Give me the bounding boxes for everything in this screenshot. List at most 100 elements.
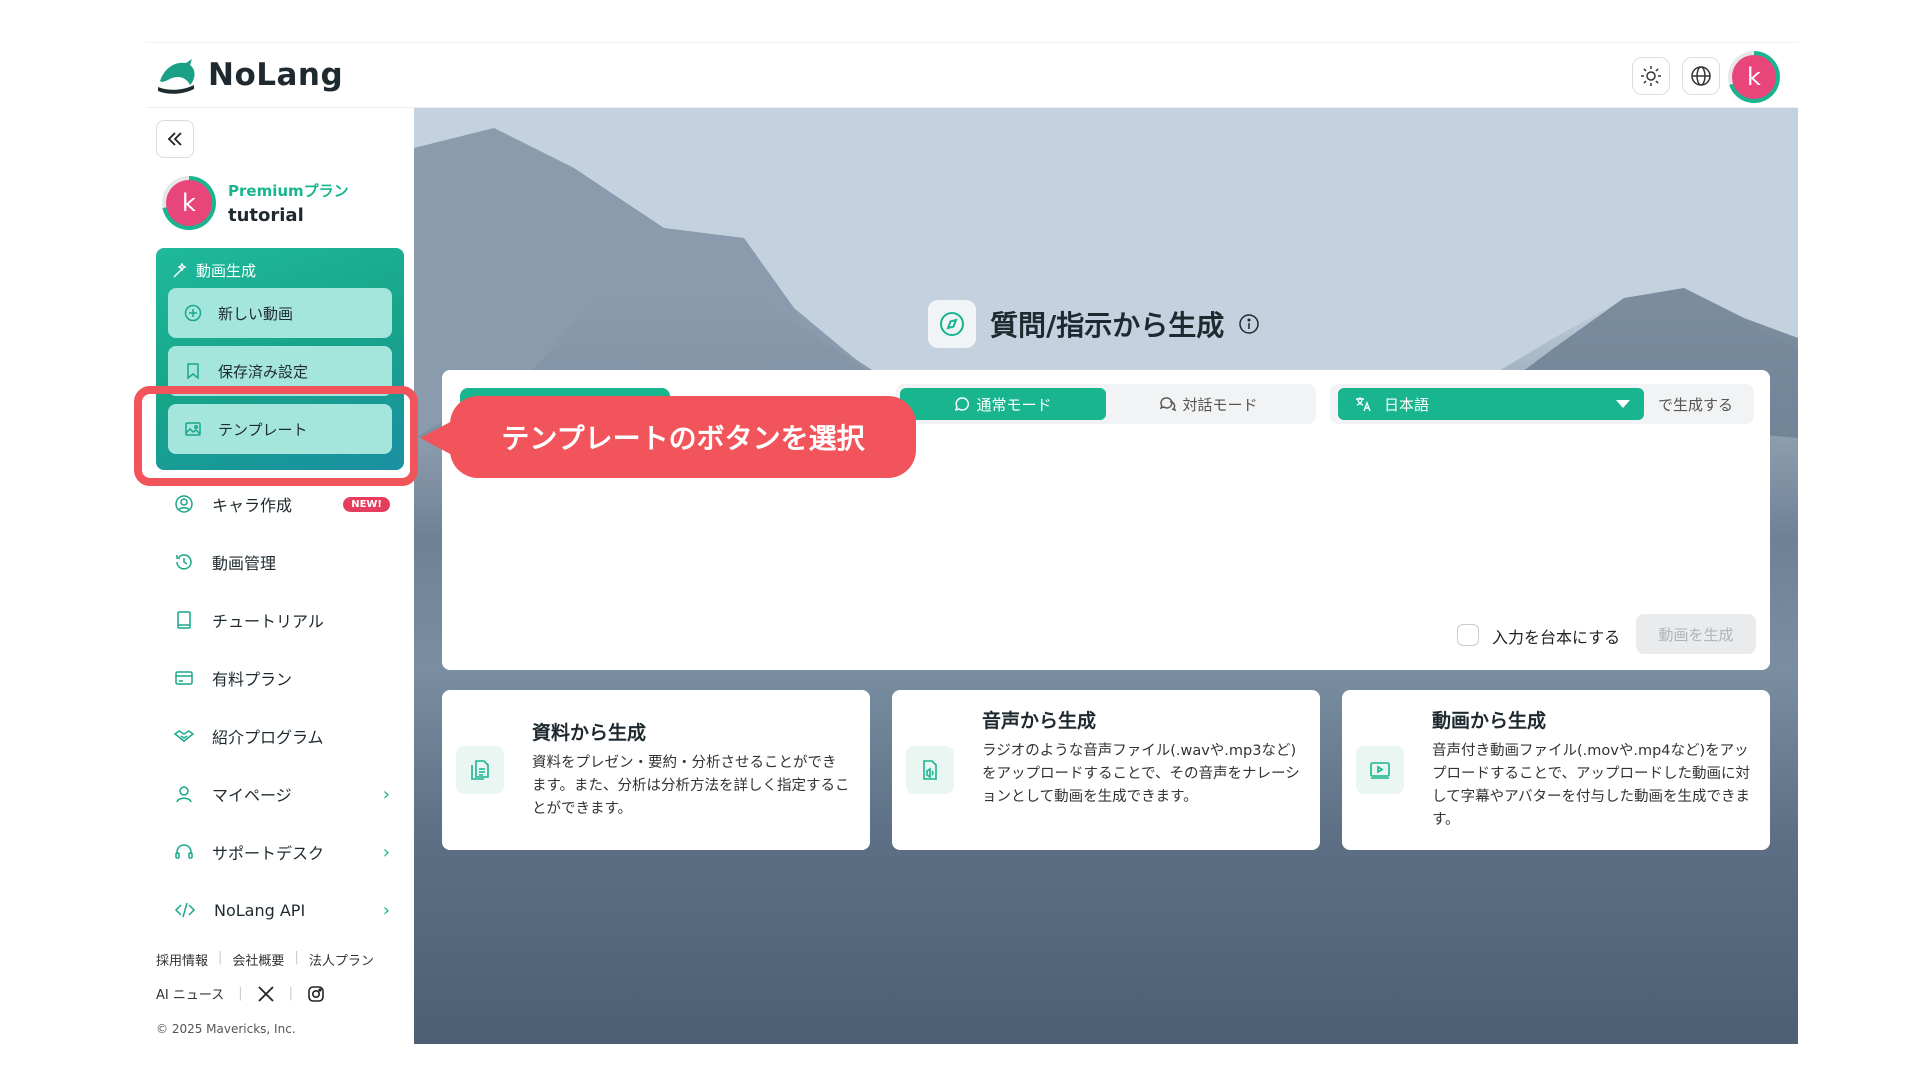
generate-video-button[interactable]: 動画を生成: [1636, 614, 1756, 654]
brand-name: NoLang: [208, 57, 344, 93]
normal-mode-button[interactable]: 通常モード: [900, 388, 1106, 420]
card-from-document[interactable]: 資料から生成 資料をプレゼン・要約・分析させることができます。また、分析は分析方…: [442, 690, 870, 850]
avatar-letter: k: [1732, 55, 1776, 99]
script-checkbox[interactable]: [1457, 624, 1479, 646]
sidebar-item-support[interactable]: サポートデスク ›: [158, 832, 402, 872]
sidebar-item-label: マイページ: [212, 786, 292, 805]
bookmark-icon: [187, 363, 199, 380]
section-heading: 質問/指示から生成: [928, 300, 1260, 348]
sidebar-item-label: 紹介プログラム: [212, 728, 324, 747]
language-group: 日本語 で生成する: [1330, 384, 1754, 424]
sidebar-avatar: k: [162, 176, 216, 230]
sidebar-item-mypage[interactable]: マイページ ›: [158, 774, 402, 814]
sidebar-item-label: 動画管理: [212, 554, 277, 573]
footer-link-company[interactable]: 会社概要: [232, 950, 284, 969]
plus-circle-icon: [184, 304, 202, 322]
sidebar-item-label: 有料プラン: [212, 670, 293, 689]
footer-divider: |: [238, 986, 243, 1001]
sidebar-item-video-management[interactable]: 動画管理: [158, 542, 402, 582]
sidebar-item-label: 新しい動画: [218, 304, 294, 323]
card-description: ラジオのような音声ファイル(.wavや.mp3など)をアップロードすることで、そ…: [982, 743, 1300, 805]
new-badge: NEW!: [343, 496, 390, 512]
user-icon: [176, 786, 192, 803]
audio-file-icon: [906, 746, 954, 794]
card-description: 音声付き動画ファイル(.movや.mp4など)をアップロードすることで、アップロ…: [1432, 743, 1750, 828]
caret-down-icon: [1616, 400, 1630, 408]
video-generation-label: 動画生成: [196, 262, 257, 280]
language-button[interactable]: [1682, 57, 1720, 95]
collapse-sidebar-button[interactable]: [156, 120, 194, 158]
chevron-right-icon: ›: [382, 899, 390, 921]
document-icon: [456, 746, 504, 794]
card-description: 資料をプレゼン・要約・分析させることができます。また、分析は分析方法を詳しく指定…: [532, 755, 850, 817]
dialog-mode-label: 対話モード: [1182, 395, 1258, 414]
sidebar: k Premiumプラン tutorial 動画生成 新しい動画 保存済み設定 …: [146, 108, 414, 1044]
page-title: 質問/指示から生成: [990, 309, 1225, 342]
code-icon: [174, 902, 196, 918]
card-from-audio[interactable]: 音声から生成 ラジオのような音声ファイル(.wavや.mp3など)をアップロード…: [892, 690, 1320, 850]
copyright: © 2025 Mavericks, Inc.: [156, 1022, 296, 1036]
footer-link-corporate[interactable]: 法人プラン: [309, 950, 374, 969]
app-window: NoLang k k Premiumプラン tutorial 動画生成 新しい動…: [146, 42, 1798, 1044]
x-twitter-icon[interactable]: [257, 985, 275, 1003]
sidebar-item-character[interactable]: キャラ作成 NEW!: [158, 484, 402, 524]
handshake-icon: [174, 730, 194, 742]
chat-bubbles-icon: [1160, 397, 1177, 412]
history-icon: [176, 554, 192, 570]
sidebar-item-tutorial[interactable]: チュートリアル: [158, 600, 402, 640]
sidebar-item-api[interactable]: NoLang API ›: [158, 890, 402, 930]
video-generation-title: 動画生成: [172, 260, 256, 281]
user-profile[interactable]: k Premiumプラン tutorial: [162, 176, 349, 230]
footer-divider: |: [218, 950, 223, 965]
headset-icon: [175, 844, 193, 859]
sidebar-item-label: チュートリアル: [212, 612, 324, 631]
tutorial-highlight: [134, 386, 418, 486]
sidebar-item-new-video[interactable]: 新しい動画: [168, 288, 392, 338]
magic-wand-icon: [173, 262, 187, 277]
compass-icon: [928, 300, 976, 348]
globe-icon: [1691, 66, 1711, 86]
chat-bubble-icon: [955, 397, 970, 412]
sun-icon: [1641, 66, 1661, 86]
footer-link-recruit[interactable]: 採用情報: [156, 950, 208, 969]
video-play-icon: [1356, 746, 1404, 794]
character-icon: [175, 495, 193, 513]
script-checkbox-label: 入力を台本にする: [1492, 628, 1621, 647]
language-suffix: で生成する: [1658, 396, 1734, 414]
callout-pointer: [420, 420, 454, 456]
language-select[interactable]: 日本語: [1338, 388, 1644, 420]
sidebar-item-label: NoLang API: [214, 900, 306, 920]
chevron-right-icon: ›: [382, 783, 390, 805]
footer-divider: |: [294, 950, 299, 965]
user-name: tutorial: [228, 205, 304, 226]
sidebar-item-label: キャラ作成: [212, 496, 293, 515]
brand-logo[interactable]: NoLang: [156, 55, 343, 95]
top-header: NoLang k: [146, 42, 1798, 108]
card-title: 音声から生成: [982, 710, 1097, 732]
normal-mode-label: 通常モード: [976, 395, 1052, 414]
main-content: 質問/指示から生成 通常モード 対話モード 日本語 で生成する 入力を台本にする…: [414, 108, 1798, 1044]
sidebar-item-label: 保存済み設定: [218, 362, 309, 381]
double-chevron-left-icon: [167, 132, 182, 146]
tutorial-callout: テンプレートのボタンを選択: [450, 396, 916, 478]
mode-toggle: 通常モード 対話モード: [896, 384, 1316, 424]
card-title: 資料から生成: [532, 722, 647, 744]
sidebar-item-paid-plan[interactable]: 有料プラン: [158, 658, 402, 698]
footer-social: AI ニュース | |: [156, 984, 325, 1003]
language-selected: 日本語: [1384, 395, 1430, 414]
book-icon: [177, 611, 191, 629]
info-icon[interactable]: [1238, 313, 1260, 335]
theme-toggle-button[interactable]: [1632, 57, 1670, 95]
card-title: 動画から生成: [1432, 710, 1547, 732]
instagram-icon[interactable]: [307, 985, 325, 1003]
footer-link-ai-news[interactable]: AI ニュース: [156, 984, 224, 1003]
footer-divider: |: [288, 986, 293, 1001]
user-avatar[interactable]: k: [1728, 51, 1780, 103]
dialog-mode-button[interactable]: 対話モード: [1106, 388, 1312, 420]
avatar-letter: k: [166, 180, 212, 226]
card-from-video[interactable]: 動画から生成 音声付き動画ファイル(.movや.mp4など)をアップロードするこ…: [1342, 690, 1770, 850]
card-icon: [175, 671, 193, 685]
dolphin-logo-icon: [158, 59, 195, 94]
sidebar-item-referral[interactable]: 紹介プログラム: [158, 716, 402, 756]
footer-links: 採用情報 | 会社概要 | 法人プラン: [156, 950, 374, 969]
